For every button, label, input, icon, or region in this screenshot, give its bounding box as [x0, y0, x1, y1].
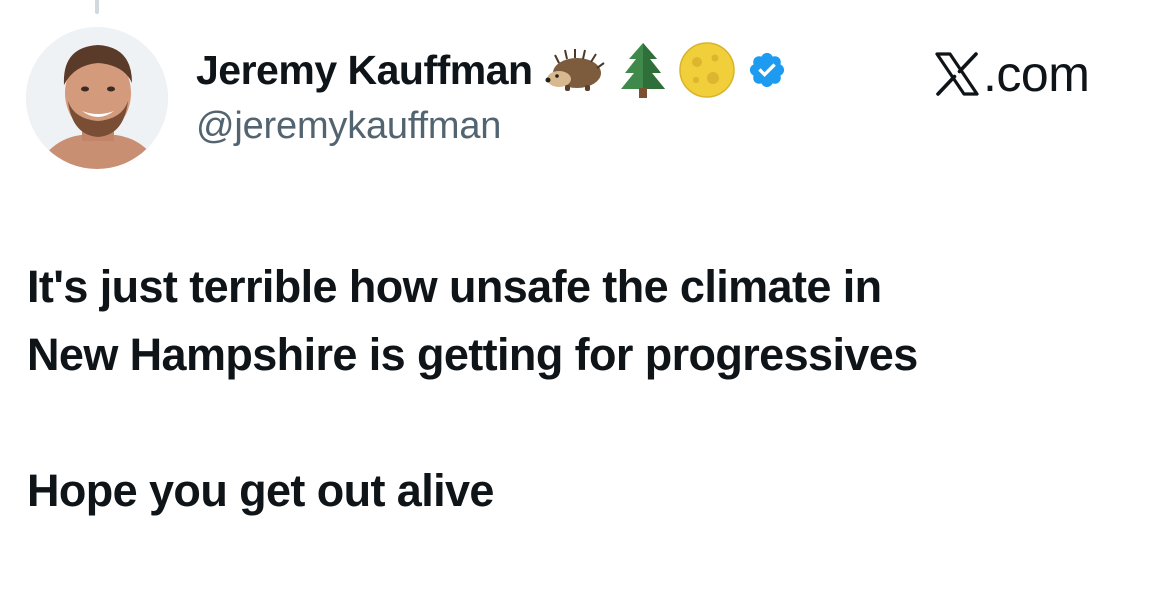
verified-badge-icon[interactable] — [747, 50, 787, 90]
x-logo-icon — [935, 52, 979, 96]
tweet-text-line-2: New Hampshire is getting for progressive… — [27, 329, 918, 380]
author-display-name[interactable]: Jeremy Kauffman — [196, 47, 533, 94]
avatar-photo — [26, 27, 168, 169]
tweet-text-line-1: It's just terrible how unsafe the climat… — [27, 261, 882, 312]
author-name-row: Jeremy Kauffman — [196, 41, 787, 99]
tweet-screenshot: Jeremy Kauffman @jeremykauffman .com It'… — [0, 0, 1170, 589]
brand-domain-text: .com — [983, 46, 1090, 102]
evergreen-tree-emoji-icon — [619, 41, 667, 99]
tweet-text-line-3: Hope you get out alive — [27, 465, 494, 516]
brand-watermark: .com — [933, 44, 1090, 104]
tweet-text: It's just terrible how unsafe the climat… — [27, 253, 1157, 525]
thread-connector-line — [95, 0, 99, 14]
author-handle[interactable]: @jeremykauffman — [196, 105, 501, 148]
tweet-paragraph-gap — [27, 389, 1157, 457]
avatar[interactable] — [26, 27, 168, 169]
hedgehog-emoji-icon — [545, 47, 607, 93]
full-moon-emoji-icon — [678, 42, 735, 98]
